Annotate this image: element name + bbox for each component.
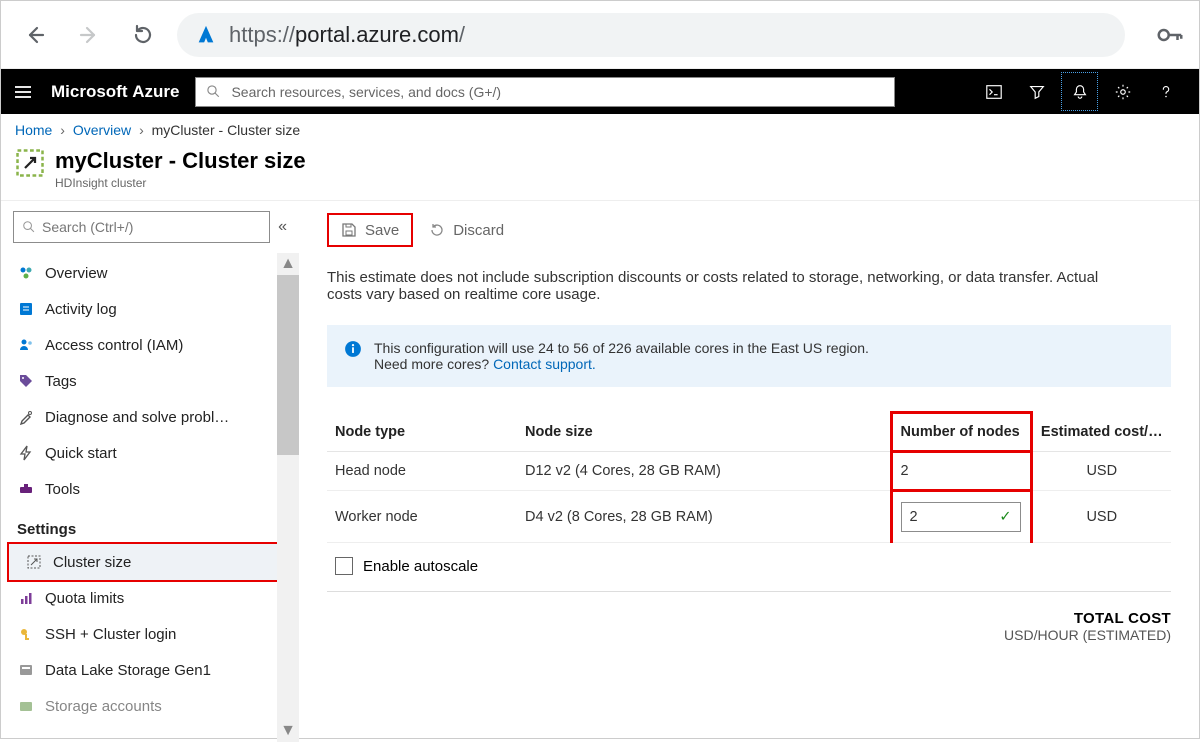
crumb-current: myCluster - Cluster size — [152, 122, 301, 138]
estimate-note: This estimate does not include subscript… — [327, 269, 1127, 303]
command-bar: Save Discard — [327, 209, 1171, 257]
table-row: Worker node D4 v2 (8 Cores, 28 GB RAM) 2… — [327, 491, 1171, 543]
iam-icon — [17, 336, 35, 354]
azure-logo-icon — [195, 24, 217, 46]
brand-label[interactable]: Microsoft Azure — [51, 82, 179, 102]
search-icon — [206, 84, 221, 99]
sidebar-item-quota-limits[interactable]: Quota limits — [1, 580, 299, 616]
sidebar-item-activity-log[interactable]: Activity log — [1, 291, 299, 327]
save-button[interactable]: Save — [327, 213, 413, 247]
sidebar: Search (Ctrl+/) « Overview Activity log … — [1, 201, 299, 742]
quota-icon — [17, 589, 35, 607]
crumb-overview[interactable]: Overview — [73, 122, 131, 138]
cloud-shell-button[interactable] — [972, 69, 1015, 114]
settings-button[interactable] — [1101, 69, 1144, 114]
cluster-size-icon — [25, 553, 43, 571]
key-icon — [17, 625, 35, 643]
menu-hamburger-icon[interactable] — [13, 82, 35, 102]
help-button[interactable] — [1144, 69, 1187, 114]
collapse-sidebar-button[interactable]: « — [278, 218, 287, 236]
main-panel: Save Discard This estimate does not incl… — [299, 201, 1199, 742]
quick-start-icon — [17, 444, 35, 462]
total-cost: TOTAL COST USD/HOUR (ESTIMATED) — [327, 610, 1171, 643]
page-title: myCluster - Cluster size — [55, 148, 306, 174]
back-button[interactable] — [15, 15, 55, 55]
enable-autoscale-label: Enable autoscale — [363, 558, 478, 575]
info-icon — [344, 340, 362, 358]
node-table: Node type Node size Number of nodes Esti… — [327, 411, 1171, 543]
scroll-thumb[interactable] — [277, 275, 299, 455]
table-row: Head node D12 v2 (4 Cores, 28 GB RAM) 2 … — [327, 452, 1171, 491]
discard-icon — [429, 222, 445, 238]
enable-autoscale-row: Enable autoscale — [327, 543, 1171, 592]
overview-icon — [17, 264, 35, 282]
crumb-home[interactable]: Home — [15, 122, 52, 138]
sidebar-scrollbar[interactable]: ▲ ▼ — [277, 253, 299, 742]
col-number-of-nodes: Number of nodes — [891, 413, 1031, 452]
page-title-row: myCluster - Cluster size HDInsight clust… — [1, 142, 1199, 200]
discard-button[interactable]: Discard — [417, 213, 516, 247]
datalake-icon — [17, 661, 35, 679]
sidebar-item-iam[interactable]: Access control (IAM) — [1, 327, 299, 363]
activity-log-icon — [17, 300, 35, 318]
sidebar-menu: Overview Activity log Access control (IA… — [1, 249, 299, 724]
storage-icon — [17, 697, 35, 715]
sidebar-item-cluster-size[interactable]: Cluster size — [9, 544, 289, 580]
col-node-size: Node size — [517, 413, 891, 452]
url-bar[interactable]: https://portal.azure.com/ — [177, 13, 1125, 57]
browser-toolbar: https://portal.azure.com/ — [1, 1, 1199, 69]
sidebar-search-input[interactable]: Search (Ctrl+/) — [13, 211, 270, 243]
password-key-icon[interactable] — [1155, 20, 1185, 50]
tools-icon — [17, 480, 35, 498]
save-icon — [341, 222, 357, 238]
reload-button[interactable] — [123, 15, 163, 55]
contact-support-link[interactable]: Contact support. — [493, 356, 596, 372]
directory-filter-button[interactable] — [1015, 69, 1058, 114]
sidebar-item-quick-start[interactable]: Quick start — [1, 435, 299, 471]
resource-icon — [15, 148, 45, 178]
page-subtitle: HDInsight cluster — [55, 176, 306, 190]
tags-icon — [17, 372, 35, 390]
breadcrumb: Home › Overview › myCluster - Cluster si… — [1, 114, 1199, 142]
head-node-count: 2 — [891, 452, 1031, 491]
col-node-type: Node type — [327, 413, 517, 452]
search-icon — [22, 220, 36, 234]
url-text: https://portal.azure.com/ — [229, 22, 465, 48]
scroll-up-icon[interactable]: ▲ — [277, 253, 299, 275]
notifications-button[interactable] — [1058, 69, 1101, 114]
sidebar-item-datalake[interactable]: Data Lake Storage Gen1 — [1, 652, 299, 688]
sidebar-item-ssh[interactable]: SSH + Cluster login — [1, 616, 299, 652]
col-estimated-cost: Estimated cost/… — [1031, 413, 1171, 452]
sidebar-item-storage-accounts[interactable]: Storage accounts — [1, 688, 299, 724]
sidebar-item-diagnose[interactable]: Diagnose and solve probl… — [1, 399, 299, 435]
sidebar-section-settings: Settings — [1, 507, 299, 544]
enable-autoscale-checkbox[interactable] — [335, 557, 353, 575]
forward-button[interactable] — [69, 15, 109, 55]
sidebar-item-tools[interactable]: Tools — [1, 471, 299, 507]
topbar-actions — [972, 69, 1187, 114]
global-search-input[interactable]: Search resources, services, and docs (G+… — [195, 77, 895, 107]
check-icon: ✓ — [999, 509, 1011, 525]
azure-topbar: Microsoft Azure Search resources, servic… — [1, 69, 1199, 114]
sidebar-item-tags[interactable]: Tags — [1, 363, 299, 399]
diagnose-icon — [17, 408, 35, 426]
sidebar-item-overview[interactable]: Overview — [1, 255, 299, 291]
info-callout: This configuration will use 24 to 56 of … — [327, 325, 1171, 387]
worker-node-count-input[interactable]: 2 ✓ — [901, 502, 1021, 532]
